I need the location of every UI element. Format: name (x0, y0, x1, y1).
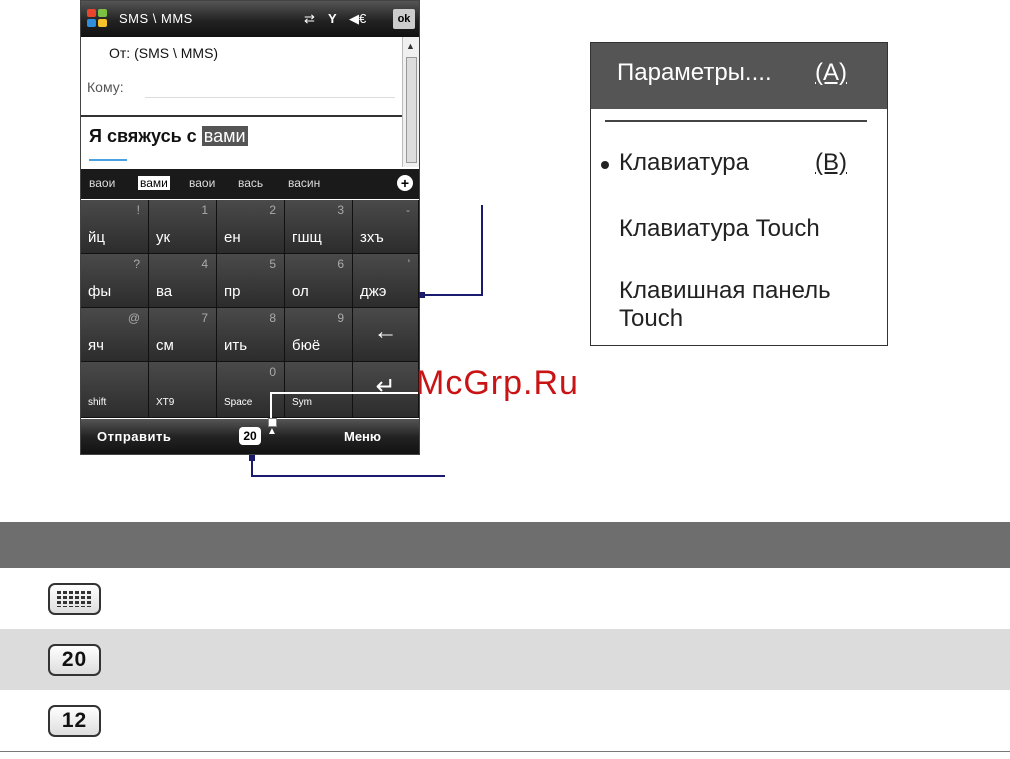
key[interactable]: @ яч (81, 308, 149, 362)
key[interactable]: 8 ить (217, 308, 285, 362)
title-bar: SMS \ MMS ⇄ Y ◀€ ok (81, 1, 419, 37)
body-prefix: Я свяжусь с (89, 126, 202, 146)
menu-button[interactable]: Меню (344, 429, 381, 444)
shift-key[interactable]: shift (81, 362, 149, 418)
table-row: 20 (0, 629, 1010, 690)
enter-icon: ↵ (375, 373, 396, 400)
mode-12-icon: 12 (48, 705, 101, 737)
phone-screenshot: SMS \ MMS ⇄ Y ◀€ ok От: (SMS \ MMS) Кому… (80, 0, 420, 455)
key[interactable]: 9 бюё (285, 308, 353, 362)
backspace-icon: ← (373, 318, 398, 345)
sync-icon: ⇄ (304, 11, 315, 26)
windows-start-icon[interactable] (87, 9, 109, 29)
suggestion-bar: ваои вами ваои вась васин + (81, 169, 419, 199)
menu-item-touch-keyboard[interactable]: Клавиатура Touch (619, 215, 820, 243)
menu-separator (605, 120, 867, 122)
space-key[interactable]: 0 Space (217, 362, 285, 418)
ok-button[interactable]: ok (393, 9, 415, 29)
scrollbar[interactable]: ▲ (402, 37, 419, 167)
header-separator (81, 115, 403, 117)
selected-bullet-icon (601, 161, 609, 169)
callout-line (251, 475, 445, 477)
callout-dot (268, 418, 277, 427)
from-label: От: (109, 45, 131, 61)
selected-word: вами (201, 126, 248, 146)
backspace-key[interactable]: ← (353, 308, 419, 362)
key[interactable]: ! йц (81, 200, 149, 254)
menu-item-touch-keypad[interactable]: Клавишная панель Touch (619, 277, 887, 333)
key[interactable]: 7 см (149, 308, 217, 362)
watermark: McGrp.Ru (416, 364, 579, 402)
message-compose-area: От: (SMS \ MMS) Кому: Я свяжусь с вами (81, 37, 403, 167)
suggestion-item[interactable]: вась (238, 176, 263, 190)
send-button[interactable]: Отправить (97, 429, 171, 444)
volume-icon[interactable]: ◀€ (349, 11, 366, 27)
input-mode-indicator[interactable]: 20 (239, 427, 261, 445)
menu-item-keyboard[interactable]: Клавиатура (619, 149, 749, 177)
key[interactable]: - зхъ (353, 200, 419, 254)
key[interactable]: 4 ва (149, 254, 217, 308)
callout-label-b: (B) (815, 149, 847, 176)
to-label: Кому: (87, 79, 124, 95)
key[interactable]: ? фы (81, 254, 149, 308)
to-field[interactable] (145, 97, 395, 98)
enter-key[interactable]: ↵ (353, 362, 419, 418)
key[interactable]: 6 ол (285, 254, 353, 308)
input-underline (89, 159, 127, 161)
keyboard-icon (48, 583, 101, 615)
from-row[interactable]: От: (SMS \ MMS) (109, 45, 218, 61)
signal-icon[interactable]: Y (328, 11, 337, 26)
table-row: 12 (0, 690, 1010, 751)
add-word-icon[interactable]: + (397, 175, 413, 191)
table-header (0, 522, 1010, 568)
from-value: (SMS \ MMS) (134, 45, 219, 61)
table-row (0, 568, 1010, 629)
key[interactable]: 5 пр (217, 254, 285, 308)
suggestion-item[interactable]: ваои (89, 176, 115, 190)
xt9-key[interactable]: XT9 (149, 362, 217, 418)
callout-line (481, 205, 483, 296)
sym-key[interactable]: Sym (285, 362, 353, 418)
callout-line (421, 294, 483, 296)
key[interactable]: 1 ук (149, 200, 217, 254)
app-title: SMS \ MMS (119, 11, 193, 26)
key[interactable]: 3 гшщ (285, 200, 353, 254)
suggestion-item-selected[interactable]: вами (138, 176, 170, 190)
suggestion-item[interactable]: ваои (189, 176, 215, 190)
suggestion-item[interactable]: васин (288, 176, 320, 190)
scroll-up-icon[interactable]: ▲ (406, 41, 415, 51)
callout-label-a: (A) (815, 59, 847, 86)
table-bottom-border (0, 751, 1010, 752)
callout-line (251, 457, 253, 477)
mode-20-icon: 20 (48, 644, 101, 676)
callout-line-white (270, 392, 418, 394)
keyboard-phone-pad: ! йц 1 ук 2 ен 3 гшщ - зхъ ? фы 4 ва 5 пр 6 ол ' д… (81, 200, 419, 418)
input-method-menu: Параметры.... (A) Клавиатура (B) Клавиат… (590, 42, 888, 346)
menu-header[interactable]: Параметры.... (A) (591, 43, 887, 109)
scroll-thumb[interactable] (406, 57, 417, 163)
key[interactable]: 2 ен (217, 200, 285, 254)
message-body[interactable]: Я свяжусь с вами (89, 126, 248, 147)
input-menu-arrow-icon[interactable]: ▲ (267, 426, 277, 437)
key[interactable]: ' джэ (353, 254, 419, 308)
icon-table: 20 12 (0, 522, 1010, 752)
soft-key-bar: Отправить 20 ▲ Меню (81, 419, 419, 454)
options-item[interactable]: Параметры.... (617, 59, 772, 87)
